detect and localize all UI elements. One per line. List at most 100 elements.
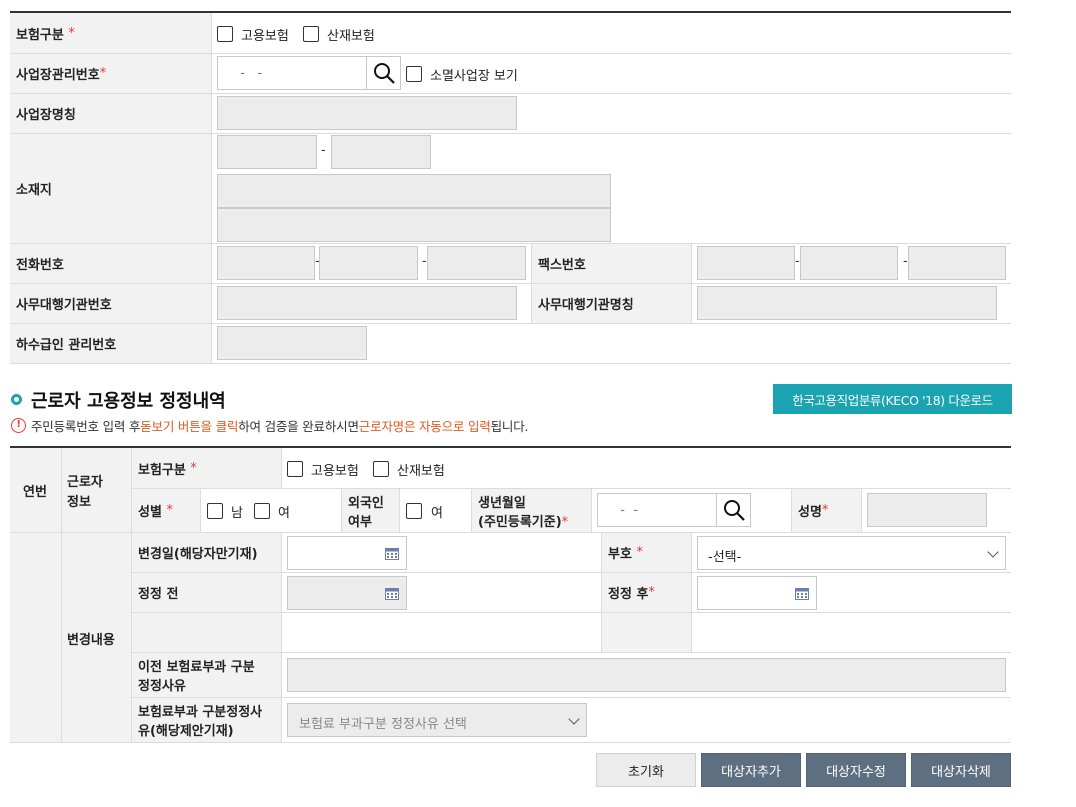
add-target-button[interactable]: 대상자추가 [701,753,801,787]
notice-part3: 하여 검증을 완료하시면 [238,419,359,434]
birth-label-1: 생년월일 [478,495,526,511]
required-mark: * [190,460,197,476]
ins-employment-checkbox-2[interactable] [287,461,303,477]
ins-employment-checkbox[interactable] [217,26,233,42]
gender-male-label: 남 [231,506,243,521]
notice-part4: 근로자명은 자동으로 입력 [358,419,491,434]
fax-label: 팩스번호 [538,258,586,273]
birth-input[interactable]: - - [597,493,717,527]
empty-header-2 [601,613,692,652]
ins-accident-label: 산재보험 [327,29,375,44]
fax-input-3[interactable] [908,246,1006,280]
biz-no-input[interactable]: - - [217,56,367,90]
birth-placeholder: - - [612,503,647,518]
search-icon [724,500,745,521]
gender-female-checkbox[interactable] [254,503,270,519]
ins-employment-label: 고용보험 [241,29,289,44]
after-label: 정정 후 [608,587,649,602]
reason-label-2: 유(해당제안기재) [138,724,234,739]
phone-input-2[interactable] [319,246,418,280]
after-header: 정정 후 * [601,573,692,612]
before-header: 정정 전 [132,573,282,612]
fax-header: 팩스번호 [531,244,692,283]
notice-part2: 돋보기 버튼을 클릭 [140,419,239,434]
closed-biz-checkbox[interactable] [406,66,422,82]
notice-line: ! 주민등록번호 입력 후 돋보기 버튼을 클릭 하여 검증을 완료하시면 근로자… [11,416,529,435]
birth-label-2: (주민등록기준)* [478,514,569,530]
ins-type-label-2: 보험구분 [138,462,186,478]
subcontract-input[interactable] [217,326,367,360]
fax-dash-1: - [795,254,800,269]
subcontract-label: 하수급인 관리번호 [16,338,117,353]
empty-header-1 [132,613,282,652]
section2-title: 근로자 고용정보 정정내역 [31,391,226,412]
agency-no-input[interactable] [217,286,517,320]
gender-male-checkbox[interactable] [207,503,223,519]
phone-input-1[interactable] [217,246,315,280]
agency-no-header: 사무대행기관번호 [10,284,212,323]
required-mark: * [636,545,643,560]
change-date-label: 변경일(해당자만기재) [138,547,258,562]
gender-label: 성별 [138,505,162,520]
name-input[interactable] [867,493,987,527]
reason-select[interactable]: 보험료 부과구분 정정사유 선택 [287,703,587,737]
phone-header: 전화번호 [10,244,212,283]
biz-name-label: 사업장명칭 [16,108,76,123]
change-date-input[interactable] [287,536,407,570]
required-mark: * [648,585,655,600]
biz-no-search-button[interactable] [366,56,401,90]
fax-input-2[interactable] [800,246,898,280]
chevron-down-icon [568,713,580,725]
reason-header: 보험료부과 구분정정사 유(해당제안기재) [132,698,282,742]
ins-accident-label-2: 산재보험 [397,464,445,479]
address-line2-input[interactable] [217,208,611,242]
prev-reason-input[interactable] [287,658,1006,692]
seq-header: 연번 [23,485,47,500]
required-mark: * [99,66,107,81]
reset-button[interactable]: 초기화 [596,753,696,787]
worker-info-header-2: 정보 [67,495,91,510]
notice-part1: 주민등록번호 입력 후 [31,419,141,434]
biz-no-header: 사업장관리번호 * [10,54,212,93]
name-header: 성명 * [791,489,862,532]
agency-name-input[interactable] [697,286,997,320]
code-select-value: -선택- [708,550,742,565]
ins-accident-checkbox[interactable] [303,26,319,42]
edit-target-button[interactable]: 대상자수정 [806,753,906,787]
zipcode-input-1[interactable] [217,135,317,169]
prev-reason-label-1: 이전 보험료부과 구분 [138,660,255,675]
biz-name-input[interactable] [217,96,517,130]
calendar-icon[interactable] [795,587,809,600]
zipcode-input-2[interactable] [331,135,431,169]
section2-bottom-border [10,742,1011,743]
foreigner-yes-checkbox[interactable] [406,503,422,519]
phone-label: 전화번호 [16,258,64,273]
calendar-icon[interactable] [385,587,399,600]
ins-employment-label-2: 고용보험 [311,464,359,479]
gender-header: 성별 * [132,489,201,532]
address-label: 소재지 [16,183,52,198]
birth-search-button[interactable] [716,493,751,527]
code-select[interactable]: -선택- [697,536,1006,570]
code-label: 부호 [608,547,632,562]
calendar-icon[interactable] [385,547,399,560]
worker-info-header-1: 근로자 [67,475,103,490]
phone-input-3[interactable] [427,246,526,280]
after-date-input[interactable] [697,576,817,610]
code-header: 부호 * [601,533,692,572]
ins-accident-checkbox-2[interactable] [373,461,389,477]
alert-icon: ! [11,418,26,433]
birth-header: 생년월일 (주민등록기준)* [471,489,592,532]
closed-biz-label: 소멸사업장 보기 [430,69,518,84]
agency-no-label: 사무대행기관번호 [16,298,112,313]
change-date-header: 변경일(해당자만기재) [132,533,282,572]
biz-name-header: 사업장명칭 [10,94,212,133]
delete-target-button[interactable]: 대상자삭제 [911,753,1011,787]
fax-input-1[interactable] [697,246,795,280]
foreigner-header: 외국인 여부 [341,489,400,532]
keco-download-button[interactable]: 한국고용직업분류(KECO '18) 다운로드 [773,384,1012,414]
address-line1-input[interactable] [217,174,611,208]
chevron-down-icon [987,546,999,558]
ins-type-label: 보험구분 [16,27,64,43]
before-date-input[interactable] [287,576,407,610]
